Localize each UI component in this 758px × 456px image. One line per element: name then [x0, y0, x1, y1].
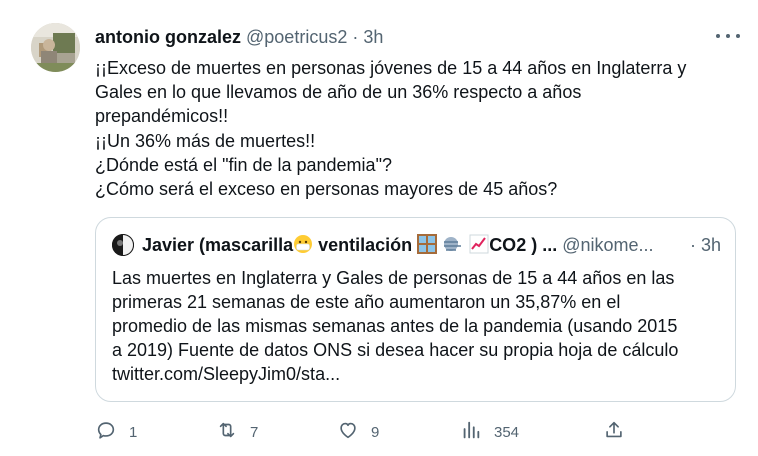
- quoted-name-suffix: CO2 ) ...: [489, 235, 558, 255]
- window-icon: [417, 234, 438, 259]
- tweet-text-line: prepandémicos!!: [95, 106, 229, 127]
- quoted-time-wrap: · 3h: [685, 234, 721, 256]
- mask-face-icon: [293, 234, 313, 259]
- tweet-text-line: ¿Cómo será el exceso en personas mayores…: [95, 179, 558, 200]
- tweet-time[interactable]: 3h: [363, 27, 383, 47]
- reply-button[interactable]: 1: [95, 420, 137, 444]
- chart-increasing-icon: [469, 234, 489, 259]
- share-button[interactable]: [603, 420, 625, 444]
- quoted-author-avatar: [112, 234, 134, 256]
- quoted-time[interactable]: 3h: [701, 235, 721, 255]
- quoted-name-prefix: Javier (mascarilla: [142, 235, 294, 255]
- views-count: 354: [494, 423, 520, 441]
- quoted-link[interactable]: twitter.com/SleepyJim0/sta...: [112, 362, 722, 386]
- like-count: 9: [371, 423, 380, 441]
- views-button[interactable]: 354: [460, 420, 519, 444]
- wind-icon: [442, 234, 464, 259]
- quoted-tweet[interactable]: Javier (mascarilla ventilación CO2 ) ...…: [95, 217, 736, 402]
- quoted-author-handle[interactable]: @nikome...: [562, 235, 653, 255]
- quoted-author-name[interactable]: Javier (mascarilla ventilación CO2 ) ...: [142, 234, 558, 255]
- tweet-text-line: ¡¡Exceso de muertes en personas jóvenes …: [95, 58, 687, 78]
- reply-icon: [95, 419, 117, 445]
- views-chart-icon: [460, 419, 482, 445]
- author-name[interactable]: antonio gonzalez: [95, 27, 241, 47]
- retweet-button[interactable]: 7: [216, 420, 258, 444]
- tweet[interactable]: antonio gonzalez @poetricus2 · 3h ¡¡Exce…: [0, 0, 758, 456]
- quoted-name-middle: ventilación: [313, 235, 418, 255]
- quoted-text-line: Las muertes en Inglaterra y Gales de per…: [112, 268, 675, 288]
- author-handle[interactable]: @poetricus2: [246, 27, 347, 47]
- tweet-text-line: ¡¡Un 36% más de muertes!!: [95, 130, 316, 151]
- quoted-separator: ·: [689, 235, 696, 255]
- tweet-text-line: ¿Dónde está el "fin de la pandemia"?: [95, 154, 392, 175]
- header-separator: ·: [352, 27, 359, 47]
- reply-count: 1: [129, 423, 138, 441]
- quoted-text: Las muertes en Inglaterra y Gales de per…: [112, 266, 722, 386]
- more-options-icon[interactable]: [716, 30, 740, 42]
- quoted-text-line: promedio de las mismas semanas antes de …: [112, 316, 678, 336]
- quoted-text-line: a 2019) Fuente de datos ONS si desea hac…: [112, 340, 679, 360]
- action-bar: 1 7 9 354: [95, 420, 640, 444]
- author-avatar[interactable]: [31, 23, 80, 72]
- quoted-text-line: primeras 21 semanas de este año aumentar…: [112, 292, 621, 312]
- tweet-header: antonio gonzalez @poetricus2 · 3h: [95, 26, 383, 48]
- retweet-icon: [216, 419, 238, 445]
- quoted-header: Javier (mascarilla ventilación CO2 ) ...…: [142, 234, 722, 259]
- like-button[interactable]: 9: [337, 420, 379, 444]
- heart-icon: [337, 419, 359, 445]
- tweet-text: ¡¡Exceso de muertes en personas jóvenes …: [95, 56, 745, 201]
- share-icon: [603, 419, 625, 445]
- retweet-count: 7: [250, 423, 259, 441]
- tweet-text-line: Gales en lo que llevamos de año de un 36…: [95, 82, 582, 103]
